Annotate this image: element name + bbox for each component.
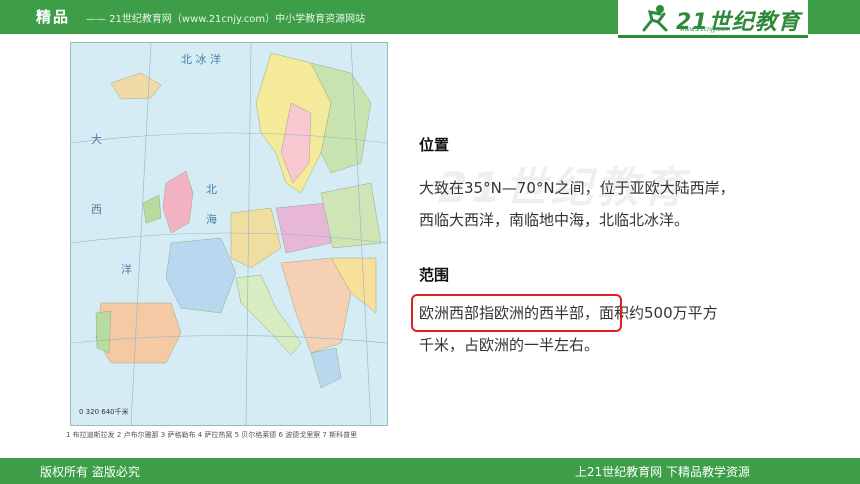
svg-text:西: 西 bbox=[91, 203, 102, 216]
svg-text:北: 北 bbox=[206, 183, 217, 196]
svg-text:大: 大 bbox=[91, 132, 102, 146]
range-title: 范围 bbox=[419, 266, 450, 284]
svg-text:洋: 洋 bbox=[121, 262, 132, 276]
site-tagline: —— 21世纪教育网（www.21cnjy.com）中小学教育资源网站 bbox=[86, 14, 366, 25]
footer-copyright: 版权所有 盗版必究 bbox=[40, 465, 140, 479]
brand-label: 精品 bbox=[36, 8, 71, 26]
footer-bar: 版权所有 盗版必究 上21世纪教育网 下精品教学资源 bbox=[0, 458, 860, 484]
footer-links[interactable]: 上21世纪教育网 下精品教学资源 bbox=[575, 463, 750, 480]
map-graphic: 大 西 洋 北 海 北 冰 洋 bbox=[71, 43, 387, 425]
runner-icon bbox=[642, 5, 668, 32]
position-line-2: 西临大西洋，南临地中海，北临北冰洋。 bbox=[419, 211, 690, 229]
site-logo[interactable]: 21世纪教育 www.21cnjy.com bbox=[618, 0, 808, 38]
range-line-2: 千米，占欧洲的一半左右。 bbox=[419, 336, 600, 354]
position-line-1: 大致在35°N—70°N之间，位于亚欧大陆西岸， bbox=[419, 179, 735, 197]
logo-url: www.21cnjy.com bbox=[680, 26, 731, 33]
position-title: 位置 bbox=[419, 136, 450, 154]
map-caption: 1 布拉迪斯拉发 2 卢布尔雅那 3 萨格勒布 4 萨拉热窝 5 贝尔格莱德 6… bbox=[66, 431, 358, 439]
europe-map: 大 西 洋 北 海 北 冰 洋 0 320 640千米 bbox=[70, 42, 388, 426]
svg-text:海: 海 bbox=[206, 212, 217, 226]
svg-text:北 冰 洋: 北 冰 洋 bbox=[181, 52, 221, 66]
map-scale: 0 320 640千米 bbox=[79, 408, 129, 416]
highlight-box bbox=[411, 294, 622, 332]
